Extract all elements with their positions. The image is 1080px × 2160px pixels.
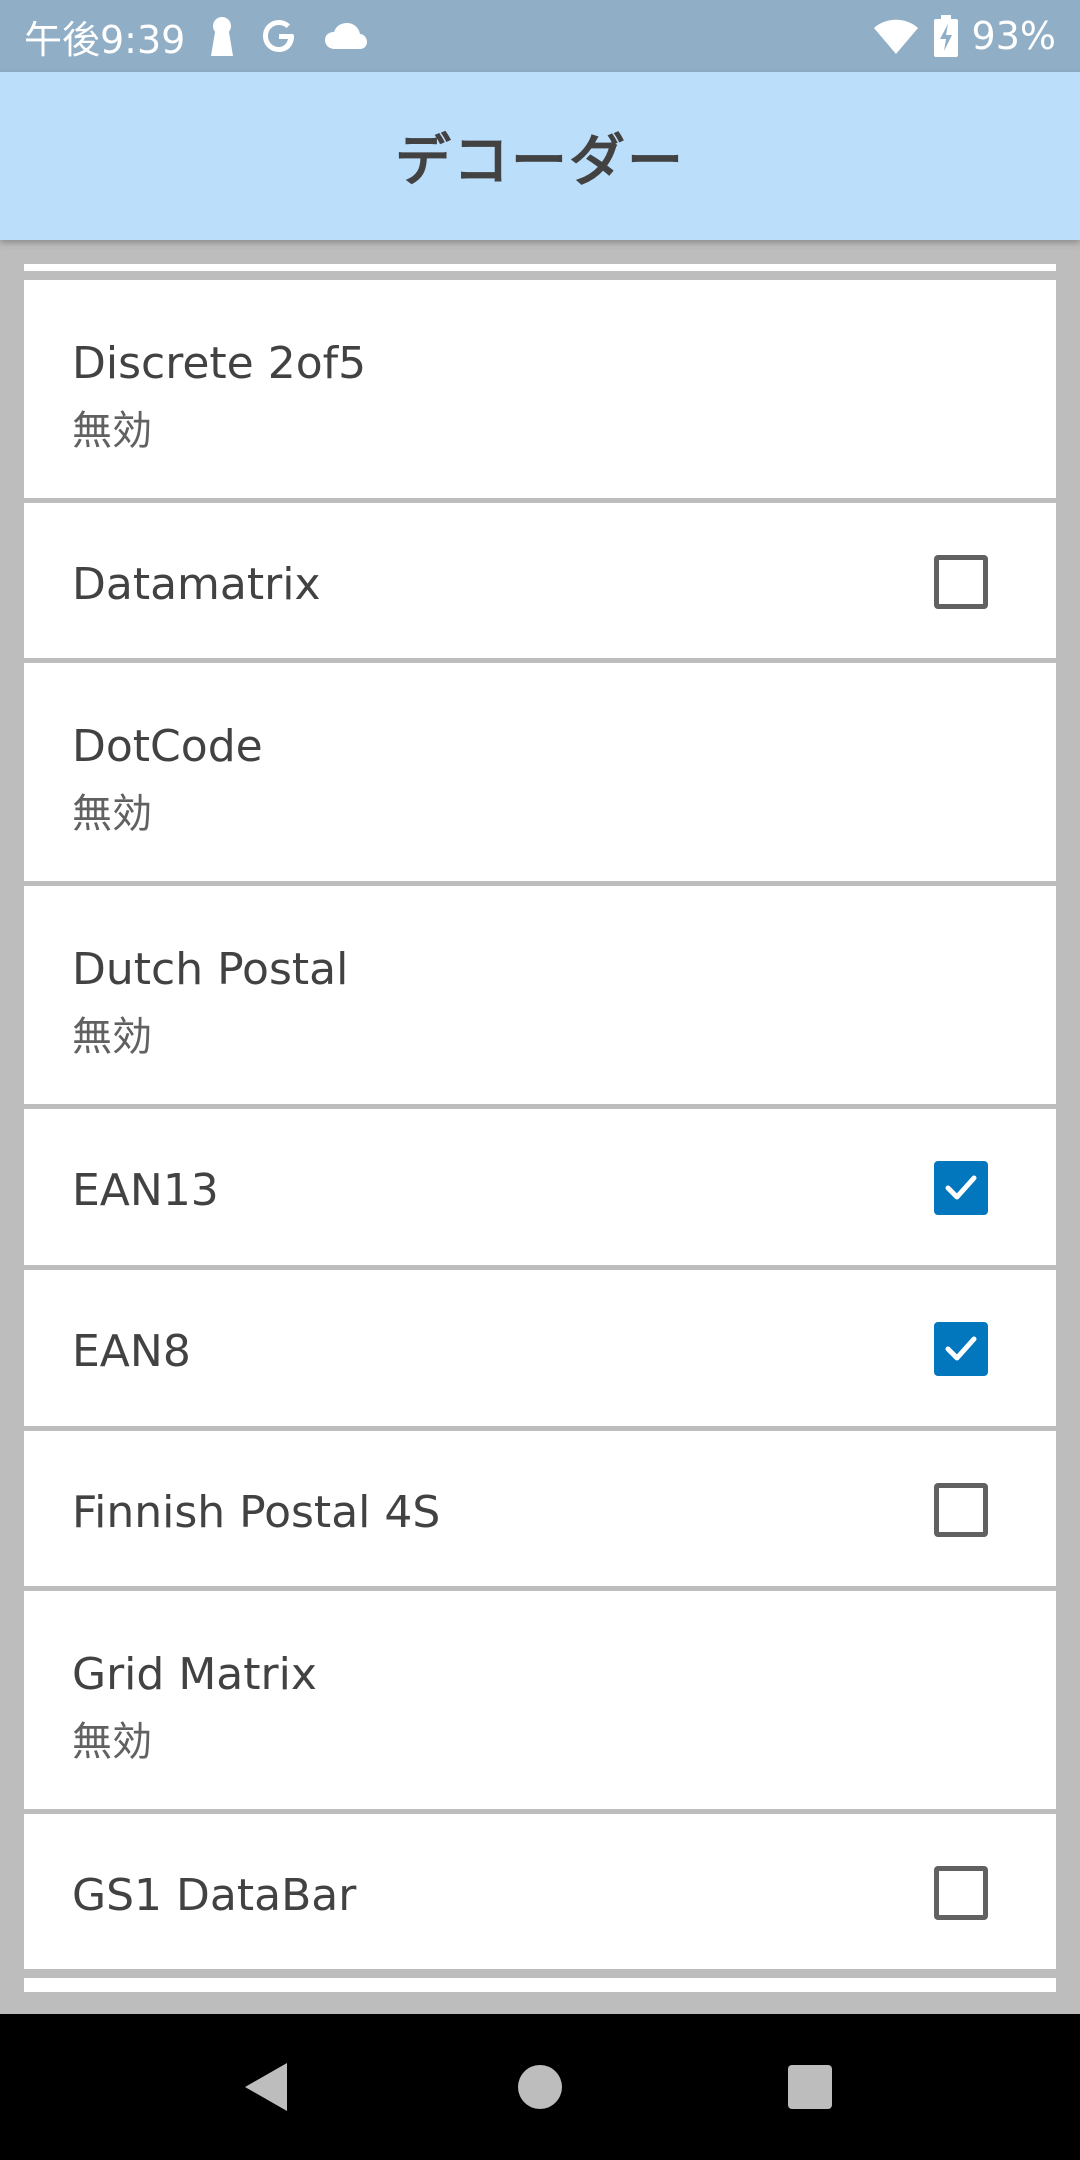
wifi-icon: 5 — [872, 16, 920, 56]
item-title: GS1 DataBar — [72, 1870, 357, 1921]
navigation-bar — [0, 2014, 1080, 2160]
page-title: デコーダー — [395, 128, 685, 194]
back-icon — [245, 2063, 287, 2111]
checkbox-ean8[interactable] — [934, 1322, 988, 1376]
list-item-finnish-postal-4s[interactable]: Finnish Postal 4S — [24, 1431, 1056, 1591]
list-item-discrete-2of5[interactable]: Discrete 2of5 無効 — [24, 280, 1056, 503]
item-title: Datamatrix — [72, 559, 321, 610]
checkbox-finnish-postal-4s[interactable] — [934, 1483, 988, 1537]
item-title: EAN8 — [72, 1326, 191, 1377]
item-subtitle: 無効 — [72, 1719, 152, 1765]
back-button[interactable] — [196, 2014, 336, 2160]
cloud-icon — [323, 21, 369, 51]
home-button[interactable] — [470, 2014, 610, 2160]
google-icon — [259, 16, 299, 56]
checkbox-datamatrix[interactable] — [934, 555, 988, 609]
list-item-partial-bottom — [24, 1978, 1056, 1992]
item-title: Grid Matrix — [72, 1649, 317, 1700]
item-subtitle: 無効 — [72, 1014, 152, 1060]
item-title: Discrete 2of5 — [72, 338, 367, 389]
list-item-dotcode[interactable]: DotCode 無効 — [24, 663, 1056, 886]
list-item-dutch-postal[interactable]: Dutch Postal 無効 — [24, 886, 1056, 1109]
status-bar: 午後9:39 5 93% — [0, 0, 1080, 72]
battery-charging-icon — [933, 15, 958, 57]
list-item-grid-matrix[interactable]: Grid Matrix 無効 — [24, 1591, 1056, 1814]
recents-button[interactable] — [740, 2014, 880, 2160]
list-item-ean13[interactable]: EAN13 — [24, 1109, 1056, 1270]
battery-percent: 93% — [971, 14, 1056, 58]
checkbox-ean13[interactable] — [934, 1161, 988, 1215]
wifi-badge: 5 — [908, 37, 920, 56]
recents-icon — [788, 2065, 832, 2109]
decoder-list-scroll[interactable]: Discrete 2of5 無効 Datamatrix DotCode 無効 D… — [0, 240, 1080, 2014]
list-item-gs1-databar[interactable]: GS1 DataBar — [24, 1814, 1056, 1974]
item-subtitle: 無効 — [72, 408, 152, 454]
item-title: EAN13 — [72, 1165, 219, 1216]
app-bar: デコーダー — [0, 72, 1080, 240]
item-title: Dutch Postal — [72, 944, 349, 995]
list-item-ean8[interactable]: EAN8 — [24, 1270, 1056, 1431]
status-time: 午後9:39 — [24, 17, 186, 62]
item-title: Finnish Postal 4S — [72, 1487, 441, 1538]
item-title: DotCode — [72, 721, 263, 772]
keyhole-icon — [209, 16, 235, 56]
checkbox-gs1-databar[interactable] — [934, 1866, 988, 1920]
list-item-datamatrix[interactable]: Datamatrix — [24, 503, 1056, 663]
check-icon — [945, 1175, 977, 1200]
item-subtitle: 無効 — [72, 791, 152, 837]
home-icon — [518, 2065, 562, 2109]
list-item-partial-top — [24, 264, 1056, 276]
check-icon — [945, 1336, 977, 1361]
